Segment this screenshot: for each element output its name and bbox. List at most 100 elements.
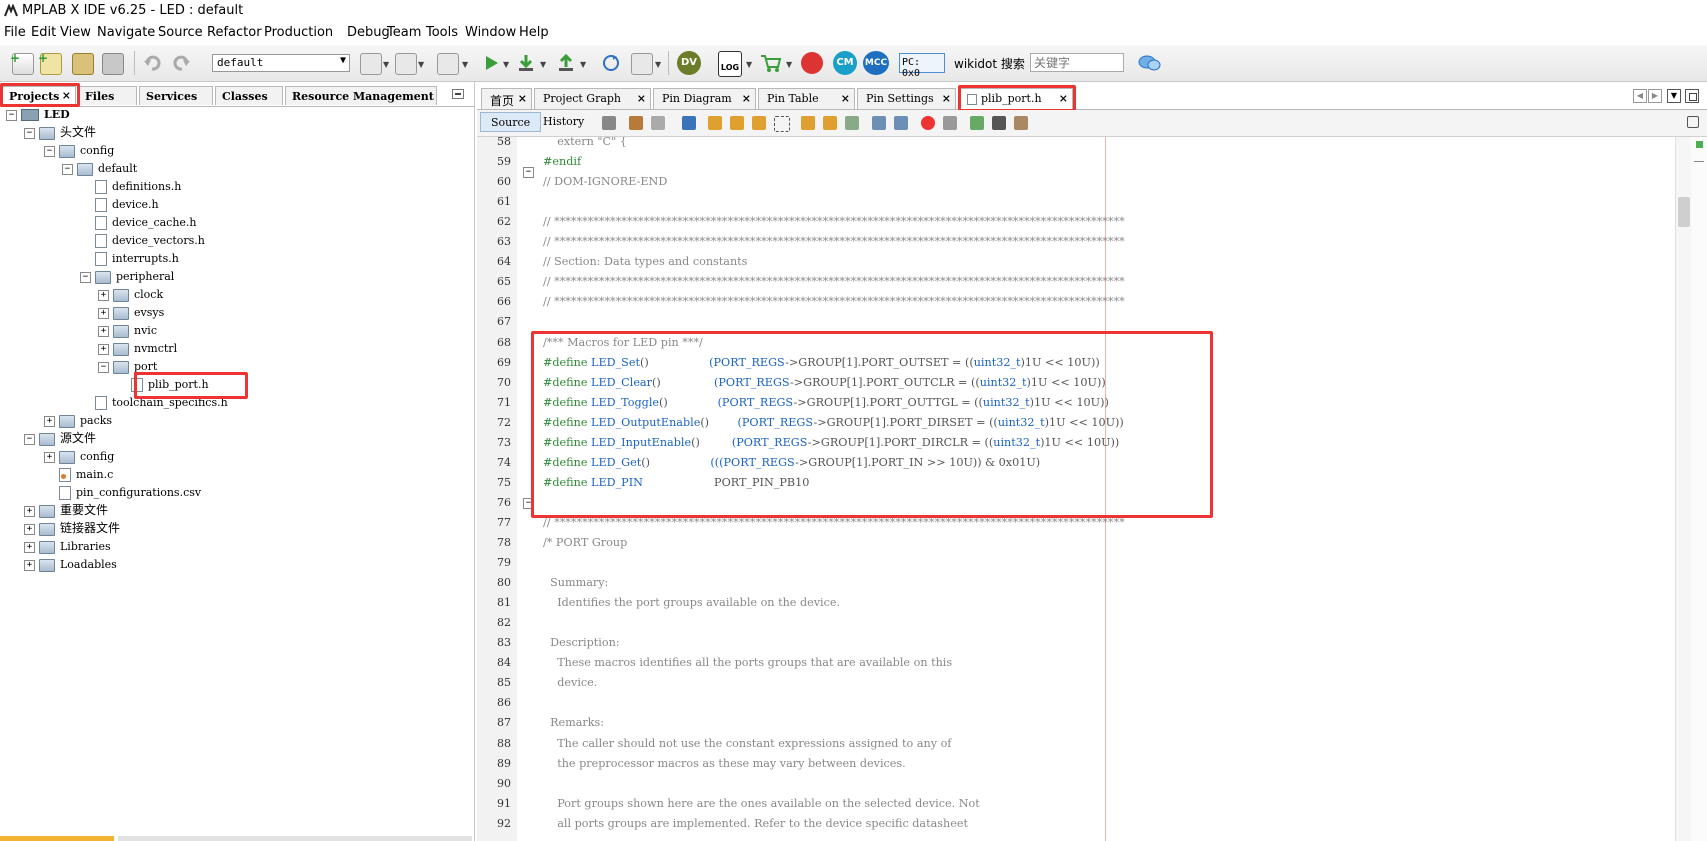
redo-icon[interactable] bbox=[172, 53, 192, 73]
tab-services[interactable]: Services bbox=[139, 86, 213, 105]
tab-scroll-right-icon[interactable]: ▶ bbox=[1648, 89, 1662, 103]
last-edit-icon[interactable] bbox=[602, 116, 616, 130]
menu-debug[interactable]: Debug bbox=[347, 25, 390, 40]
menu-help[interactable]: Help bbox=[519, 25, 549, 40]
tab-project-graph[interactable]: Project Graph × bbox=[534, 88, 651, 109]
menu-team[interactable]: Team bbox=[387, 25, 421, 40]
tab-scroll-left-icon[interactable]: ◀ bbox=[1633, 89, 1647, 103]
program-device-icon[interactable] bbox=[516, 53, 536, 73]
fold-toggle-icon[interactable]: − bbox=[523, 167, 534, 178]
close-icon[interactable]: × bbox=[942, 92, 951, 105]
tree-item[interactable]: − peripheral bbox=[80, 268, 174, 285]
tree-item[interactable]: + Loadables bbox=[24, 556, 117, 573]
split-editor-icon[interactable] bbox=[1687, 116, 1699, 128]
tree-item[interactable]: + 链接器文件 bbox=[24, 520, 120, 537]
expand-icon[interactable]: + bbox=[24, 559, 35, 571]
tree-item[interactable]: + Libraries bbox=[24, 538, 111, 555]
menu-refactor[interactable]: Refactor bbox=[207, 25, 262, 40]
expand-icon[interactable]: + bbox=[98, 325, 109, 337]
tree-item[interactable]: interrupts.h bbox=[80, 250, 179, 267]
maximize-icon[interactable] bbox=[1685, 89, 1699, 103]
close-icon[interactable]: × bbox=[841, 92, 850, 105]
expand-icon[interactable]: + bbox=[98, 307, 109, 319]
new-file-icon[interactable]: + bbox=[10, 51, 34, 75]
tab-files[interactable]: Files bbox=[78, 86, 137, 105]
tree-item[interactable]: + clock bbox=[98, 286, 163, 303]
configuration-select[interactable]: default ▼ bbox=[212, 54, 350, 72]
collapse-icon[interactable]: − bbox=[62, 163, 73, 175]
tree-item[interactable]: − 头文件 bbox=[24, 124, 96, 141]
collapse-icon[interactable]: − bbox=[80, 271, 91, 283]
expand-icon[interactable]: + bbox=[44, 451, 55, 463]
clean-build-icon[interactable] bbox=[437, 53, 459, 75]
tree-item[interactable]: − config bbox=[44, 142, 114, 159]
tab--[interactable]: 首页 × bbox=[481, 88, 532, 109]
close-project-icon[interactable] bbox=[102, 53, 124, 75]
diff-icon[interactable] bbox=[1014, 116, 1028, 130]
set-config-icon[interactable] bbox=[360, 53, 382, 75]
reset-icon[interactable] bbox=[601, 53, 621, 73]
tab-history[interactable]: History bbox=[537, 112, 590, 132]
mcc-icon[interactable]: MCC bbox=[863, 51, 889, 75]
tree-item[interactable]: device_cache.h bbox=[80, 214, 197, 231]
expand-icon[interactable]: + bbox=[44, 415, 55, 427]
tree-item[interactable]: − LED bbox=[6, 106, 70, 123]
menu-file[interactable]: File bbox=[4, 25, 26, 40]
tab-classes[interactable]: Classes bbox=[215, 86, 283, 105]
expand-icon[interactable]: + bbox=[24, 523, 35, 535]
collapse-icon[interactable]: − bbox=[6, 109, 17, 121]
tree-item[interactable]: + 重要文件 bbox=[24, 502, 108, 519]
shift-left-icon[interactable] bbox=[872, 116, 886, 130]
menu-edit[interactable]: Edit bbox=[31, 25, 56, 40]
run-icon[interactable] bbox=[481, 53, 501, 73]
microchip-icon[interactable] bbox=[801, 52, 823, 74]
vertical-scrollbar[interactable] bbox=[1675, 137, 1692, 841]
toggle-bookmark-icon[interactable] bbox=[845, 116, 859, 130]
build-settings-icon[interactable] bbox=[395, 53, 417, 75]
shift-right-icon[interactable] bbox=[894, 116, 908, 130]
close-icon[interactable]: × bbox=[742, 92, 751, 105]
tree-item[interactable]: pin_configurations.csv bbox=[44, 484, 201, 501]
tree-item[interactable]: + nvic bbox=[98, 322, 157, 339]
menu-tools[interactable]: Tools bbox=[426, 25, 458, 40]
find-next-icon[interactable] bbox=[730, 116, 744, 130]
expand-icon[interactable]: + bbox=[24, 505, 35, 517]
dv-icon[interactable]: DV bbox=[677, 51, 701, 75]
tree-item[interactable]: − 源文件 bbox=[24, 430, 96, 447]
tab-pin-diagram[interactable]: Pin Diagram × bbox=[653, 88, 756, 109]
search-input[interactable] bbox=[1030, 53, 1124, 72]
cart-icon[interactable] bbox=[760, 53, 782, 73]
collapse-icon[interactable]: − bbox=[98, 361, 109, 373]
tree-item[interactable]: device.h bbox=[80, 196, 159, 213]
menu-window[interactable]: Window bbox=[465, 25, 516, 40]
record-macro-icon[interactable] bbox=[921, 116, 935, 130]
tree-item[interactable]: − default bbox=[62, 160, 137, 177]
cm-icon[interactable]: CM bbox=[833, 51, 857, 75]
tree-item[interactable]: definitions.h bbox=[80, 178, 181, 195]
minimize-panel-icon[interactable] bbox=[452, 89, 464, 99]
uncomment-icon[interactable] bbox=[992, 116, 1006, 130]
tree-item[interactable]: + config bbox=[44, 448, 114, 465]
menu-view[interactable]: View bbox=[60, 25, 91, 40]
new-project-icon[interactable]: + bbox=[38, 51, 62, 75]
expand-icon[interactable]: + bbox=[98, 343, 109, 355]
tab-pin-table[interactable]: Pin Table × bbox=[758, 88, 855, 109]
forward-icon[interactable] bbox=[651, 116, 665, 130]
close-icon[interactable]: × bbox=[637, 92, 646, 105]
log-icon[interactable]: LOG bbox=[718, 51, 742, 77]
tab-pin-settings[interactable]: Pin Settings × bbox=[857, 88, 956, 109]
tree-item[interactable]: main.c bbox=[44, 466, 113, 483]
undo-icon[interactable] bbox=[142, 53, 162, 73]
find-icon[interactable] bbox=[682, 116, 696, 130]
collapse-icon[interactable]: − bbox=[24, 127, 35, 139]
comment-icon[interactable] bbox=[970, 116, 984, 130]
stop-macro-icon[interactable] bbox=[943, 116, 957, 130]
collapse-icon[interactable]: − bbox=[44, 145, 55, 157]
find-previous-icon[interactable] bbox=[708, 116, 722, 130]
tree-item[interactable]: + nvmctrl bbox=[98, 340, 177, 357]
tab-resource-management[interactable]: Resource Management [... bbox=[285, 86, 437, 105]
expand-icon[interactable]: + bbox=[24, 541, 35, 553]
open-project-icon[interactable] bbox=[72, 53, 94, 75]
menu-source[interactable]: Source bbox=[158, 25, 203, 40]
prev-bookmark-icon[interactable] bbox=[801, 116, 815, 130]
